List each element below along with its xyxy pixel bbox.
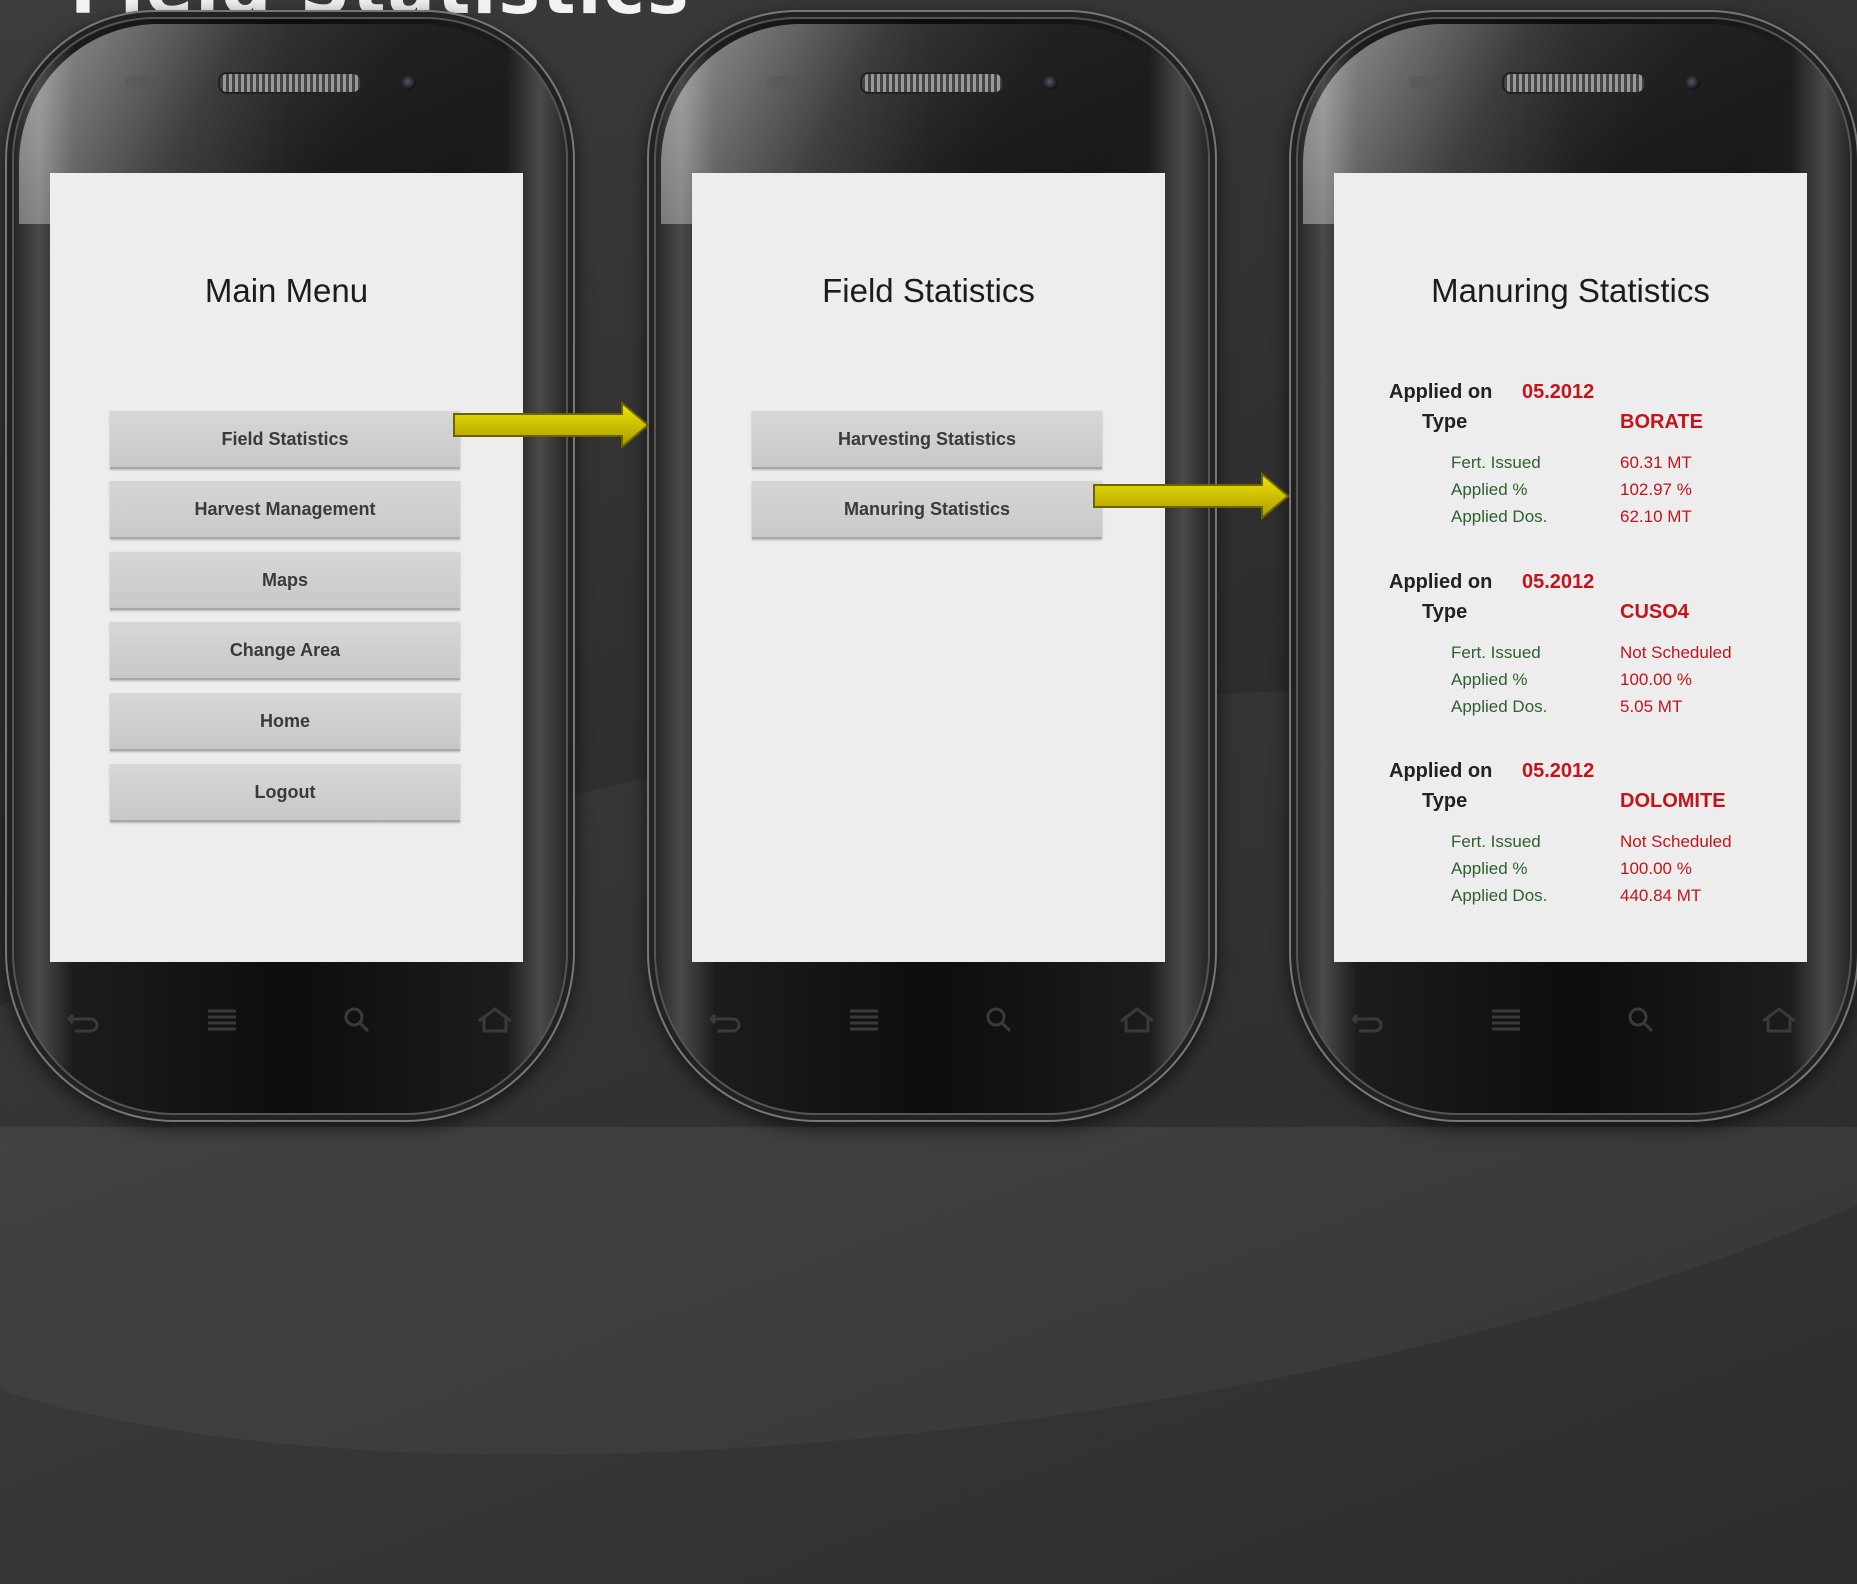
applied-dos-value: 440.84 MT xyxy=(1620,886,1702,905)
phone-manuring-statistics: Manuring Statistics Applied on 05.2012 T… xyxy=(1289,10,1857,1122)
applied-on-date: 05.2012 xyxy=(1522,571,1595,593)
android-nav-bar xyxy=(707,1000,1157,1040)
type-label: Type xyxy=(1422,411,1468,433)
fert-issued-value: 60.31 MT xyxy=(1620,453,1692,472)
type-value: CUSO4 xyxy=(1620,601,1689,623)
search-icon[interactable] xyxy=(338,1005,378,1035)
back-icon[interactable] xyxy=(707,1005,747,1035)
speaker-grille xyxy=(1502,72,1646,94)
screen-title: Field Statistics xyxy=(822,272,1035,309)
phone-main-menu: Main Menu Field Statistics Harvest Manag… xyxy=(5,10,575,1122)
applied-pct-value: 100.00 % xyxy=(1620,859,1692,878)
fert-issued-label: Fert. Issued xyxy=(1451,643,1541,662)
android-nav-bar xyxy=(65,1000,515,1040)
proximity-sensor xyxy=(1409,76,1445,88)
screen-title: Manuring Statistics xyxy=(1431,272,1710,309)
fert-issued-label: Fert. Issued xyxy=(1451,832,1541,851)
type-value: BORATE xyxy=(1620,411,1703,433)
applied-on-label: Applied on xyxy=(1389,571,1493,593)
maps-button[interactable]: Maps xyxy=(110,552,460,610)
flow-arrow-icon xyxy=(1093,472,1290,521)
fert-issued-label: Fert. Issued xyxy=(1451,453,1541,472)
speaker-grille xyxy=(218,72,362,94)
applied-on-label: Applied on xyxy=(1389,760,1493,782)
home-button[interactable]: Home xyxy=(110,693,460,751)
search-icon[interactable] xyxy=(980,1005,1020,1035)
phone-field-statistics: Field Statistics Harvesting Statistics M… xyxy=(647,10,1217,1122)
applied-dos-label: Applied Dos. xyxy=(1451,697,1548,716)
harvesting-statistics-button[interactable]: Harvesting Statistics xyxy=(752,411,1102,469)
main-menu-screen: Main Menu Field Statistics Harvest Manag… xyxy=(50,173,523,962)
applied-dos-label: Applied Dos. xyxy=(1451,507,1548,526)
field-statistics-button[interactable]: Field Statistics xyxy=(110,411,460,469)
proximity-sensor xyxy=(767,76,803,88)
home-icon[interactable] xyxy=(1117,1005,1157,1035)
fert-issued-value: Not Scheduled xyxy=(1620,832,1732,851)
applied-dos-label: Applied Dos. xyxy=(1451,886,1548,905)
front-camera-icon xyxy=(402,76,416,90)
change-area-button[interactable]: Change Area xyxy=(110,622,460,680)
search-icon[interactable] xyxy=(1622,1005,1662,1035)
back-icon[interactable] xyxy=(1349,1005,1389,1035)
type-label: Type xyxy=(1422,601,1468,623)
speaker-grille xyxy=(860,72,1004,94)
applied-pct-label: Applied % xyxy=(1451,480,1528,499)
menu-icon[interactable] xyxy=(202,1005,242,1035)
applied-dos-value: 62.10 MT xyxy=(1620,507,1692,526)
menu-icon[interactable] xyxy=(844,1005,884,1035)
harvest-management-button[interactable]: Harvest Management xyxy=(110,481,460,539)
screen-title: Main Menu xyxy=(204,272,369,309)
fert-issued-value: Not Scheduled xyxy=(1620,643,1732,662)
applied-pct-value: 100.00 % xyxy=(1620,670,1692,689)
manuring-statistics-button[interactable]: Manuring Statistics xyxy=(752,481,1102,539)
back-icon[interactable] xyxy=(65,1005,105,1035)
front-camera-icon xyxy=(1044,76,1058,90)
type-label: Type xyxy=(1422,790,1468,812)
field-statistics-screen: Field Statistics Harvesting Statistics M… xyxy=(692,173,1165,962)
type-value: DOLOMITE xyxy=(1620,790,1726,812)
applied-pct-label: Applied % xyxy=(1451,670,1528,689)
home-icon[interactable] xyxy=(1759,1005,1799,1035)
menu-icon[interactable] xyxy=(1486,1005,1526,1035)
applied-on-date: 05.2012 xyxy=(1522,760,1595,782)
applied-dos-value: 5.05 MT xyxy=(1620,697,1683,716)
applied-pct-value: 102.97 % xyxy=(1620,480,1692,499)
logout-button[interactable]: Logout xyxy=(110,764,460,822)
proximity-sensor xyxy=(125,76,161,88)
applied-pct-label: Applied % xyxy=(1451,859,1528,878)
flow-arrow-icon xyxy=(453,401,650,450)
home-icon[interactable] xyxy=(475,1005,515,1035)
front-camera-icon xyxy=(1686,76,1700,90)
applied-on-label: Applied on xyxy=(1389,381,1493,403)
applied-on-date: 05.2012 xyxy=(1522,381,1595,403)
android-nav-bar xyxy=(1349,1000,1799,1040)
manuring-statistics-screen: Manuring Statistics Applied on 05.2012 T… xyxy=(1334,173,1807,962)
